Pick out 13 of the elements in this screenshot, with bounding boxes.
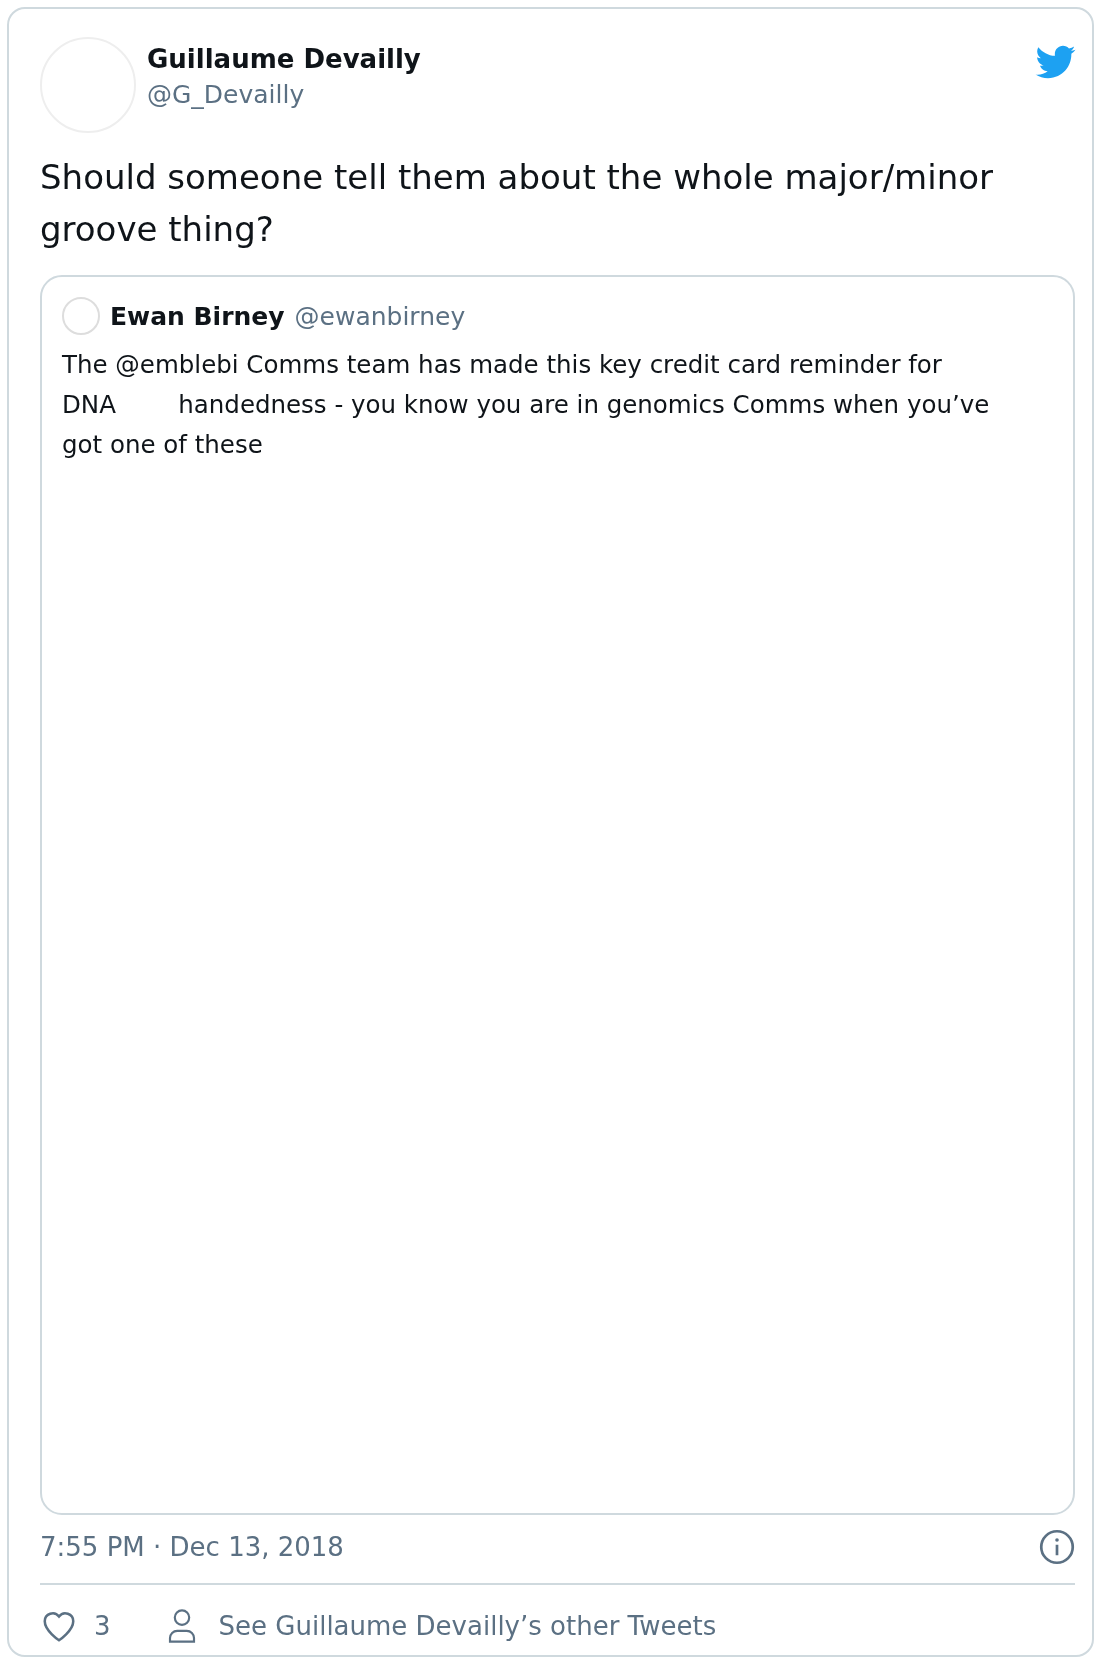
quoted-tweet[interactable]: Ewan Birney @ewanbirney The @emblebi Comms team has made this key credit card reminder for DNA handedness - you know you are in genomics Comms when you’ve got one of these — [40, 275, 1075, 1515]
author-name: Guillaume Devailly — [147, 43, 422, 74]
quoted-tweet-text: The @emblebi Comms team has made this key credit card reminder for DNA handedness - you know you are in genomics Comms when you’ve got one of these — [62, 349, 991, 461]
quoted-author-name: Ewan Birney — [110, 301, 285, 331]
author-handle: @G_Devailly — [147, 79, 306, 109]
profile-link[interactable]: See Guillaume Devailly’s other Tweets — [218, 1611, 717, 1641]
like-count: 3 — [94, 1611, 111, 1641]
info-icon[interactable] — [1039, 1529, 1075, 1565]
quoted-author-handle: @ewanbirney — [294, 301, 466, 331]
avatar — [62, 297, 100, 335]
person-icon[interactable] — [166, 1608, 197, 1644]
timestamp[interactable]: 7:55 PM · Dec 13, 2018 — [40, 1532, 344, 1562]
tweet-text: Should someone tell them about the whole major/minor groove thing? — [40, 156, 994, 251]
